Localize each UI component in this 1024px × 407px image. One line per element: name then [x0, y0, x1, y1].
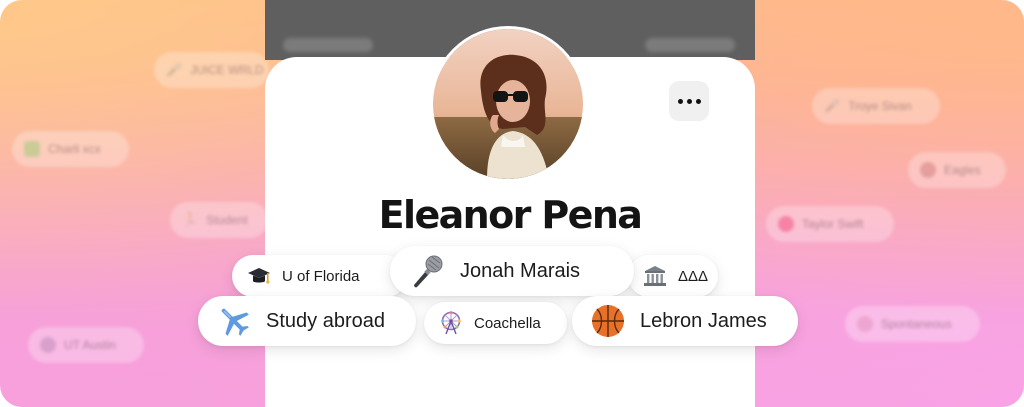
- background-tag-spontaneous: Spontaneous: [845, 306, 980, 342]
- tag-delta-delta-delta[interactable]: ΔΔΔ: [628, 255, 718, 297]
- tag-u-of-florida[interactable]: U of Florida: [232, 255, 407, 297]
- microphone-icon: 🎤: [824, 98, 841, 113]
- music-icon: [24, 141, 40, 157]
- background-tag-juice-wrld: 🎤 JUICE WRLD: [154, 52, 269, 88]
- tag-study-abroad[interactable]: Study abroad: [198, 296, 416, 346]
- background-tag-charli-xcx: Charli xcx: [12, 131, 129, 167]
- airplane-icon: [216, 303, 252, 339]
- background-tag-ut-austin: UT Austin: [28, 327, 144, 363]
- profile-avatar: [430, 26, 586, 182]
- heart-icon: [778, 216, 794, 232]
- microphone-icon: [408, 252, 446, 290]
- football-icon: [920, 162, 936, 178]
- hero-scene: 🎤 JUICE WRLD Charli xcx 🏃 Student UT Aus…: [0, 0, 1024, 407]
- background-tag-eagles: Eagles: [908, 152, 1006, 188]
- sparkle-icon: [857, 316, 873, 332]
- tag-coachella[interactable]: Coachella: [424, 302, 567, 344]
- microphone-icon: 🎤: [166, 62, 183, 77]
- background-tag-taylor-swift: Taylor Swift: [766, 206, 894, 242]
- tag-lebron-james[interactable]: Lebron James: [572, 296, 798, 346]
- ellipsis-dot: [695, 98, 701, 104]
- chat-icon: [40, 337, 56, 353]
- person-icon: 🏃: [182, 212, 199, 227]
- ferris-wheel-icon: [438, 310, 464, 336]
- more-options-button[interactable]: [669, 81, 709, 121]
- ellipsis-dot: [686, 98, 692, 104]
- tag-jonah-marais[interactable]: Jonah Marais: [390, 246, 634, 296]
- basketball-icon: [590, 303, 626, 339]
- profile-photo: [433, 29, 583, 179]
- background-tag-student: 🏃 Student: [170, 202, 268, 238]
- ellipsis-dot: [677, 98, 683, 104]
- graduation-cap-icon: [246, 263, 272, 289]
- profile-name: Eleanor Pena: [378, 193, 643, 237]
- background-tag-troye-sivan: 🎤 Troye Sivan: [812, 88, 940, 124]
- classical-building-icon: [642, 263, 668, 289]
